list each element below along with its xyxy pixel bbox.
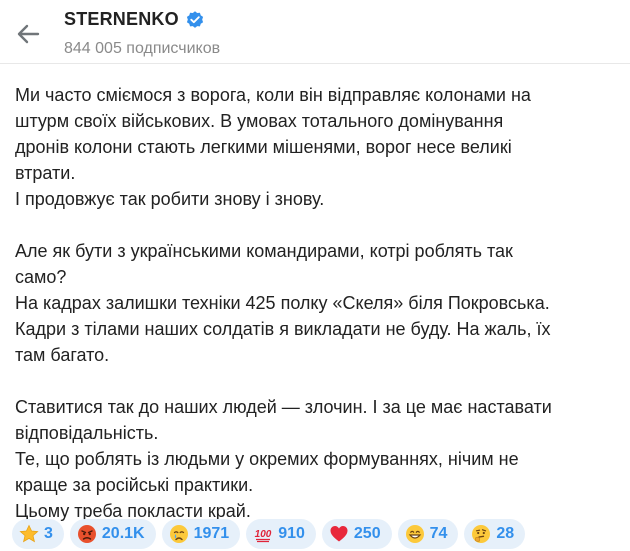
- thinking-face-icon: [472, 525, 491, 543]
- star-icon: [19, 524, 39, 543]
- post-line: штурм своїх військових. В умовах тотальн…: [15, 111, 504, 131]
- post-line: Ставитися так до наших людей — злочин. І…: [15, 397, 552, 417]
- channel-title-row[interactable]: STERNENKO: [64, 9, 205, 30]
- grinning-face-icon: [405, 525, 424, 543]
- reaction-count: 28: [496, 525, 515, 542]
- channel-title[interactable]: STERNENKO: [64, 9, 179, 30]
- reactions-bar: 3 20.1K 1971 100 910 250 74 28: [12, 519, 526, 549]
- paragraph-spacer: [15, 212, 620, 238]
- post-text: Ми часто сміємося з ворога, коли він від…: [15, 82, 620, 524]
- post-line: відповідальність.: [15, 423, 159, 443]
- reaction-chip[interactable]: 1971: [161, 519, 241, 549]
- post-line: само?: [15, 267, 67, 287]
- post-line: краще за російські практики.: [15, 475, 254, 495]
- post-line: Ми часто сміємося з ворога, коли він від…: [15, 85, 531, 105]
- post-line: втрати.: [15, 163, 76, 183]
- post-line: дронів колони стають легкими мішенями, в…: [15, 137, 512, 157]
- post-line: Те, що роблять із людьми у окремих форму…: [15, 449, 519, 469]
- reaction-chip[interactable]: 28: [464, 519, 526, 549]
- post-line: Кадри з тілами наших солдатів я викладат…: [15, 319, 551, 339]
- subscriber-count: 844 005 подписчиков: [64, 40, 221, 57]
- reaction-count: 1971: [193, 525, 230, 542]
- reaction-chip[interactable]: 250: [321, 519, 392, 549]
- hundred-points-icon: 100: [255, 529, 272, 543]
- angry-face-icon: [77, 525, 96, 543]
- post-line: І продовжує так робити знову і знову.: [15, 189, 325, 209]
- reaction-count: 910: [278, 525, 305, 542]
- reaction-chip[interactable]: 20.1K: [69, 519, 156, 549]
- reaction-chip[interactable]: 100 910: [246, 519, 316, 549]
- reaction-count: 74: [429, 525, 448, 542]
- reaction-chip[interactable]: 3: [12, 519, 64, 549]
- paragraph-spacer: [15, 368, 620, 394]
- red-heart-icon: [330, 526, 348, 542]
- svg-text:100: 100: [255, 529, 272, 540]
- reaction-count: 20.1K: [101, 525, 145, 542]
- crying-face-icon: [169, 525, 188, 543]
- channel-header: STERNENKO 844 005 подписчиков: [0, 0, 630, 64]
- back-arrow-icon[interactable]: [12, 18, 44, 50]
- verified-badge-icon: [186, 10, 203, 28]
- reaction-count: 250: [353, 525, 381, 542]
- post-line: там багато.: [15, 345, 110, 365]
- post-line: Але як бути з українськими командирами, …: [15, 241, 513, 261]
- post-line: На кадрах залишки техніки 425 полку «Ске…: [15, 293, 550, 313]
- reaction-chip[interactable]: 74: [397, 519, 459, 549]
- reaction-count: 3: [44, 525, 53, 542]
